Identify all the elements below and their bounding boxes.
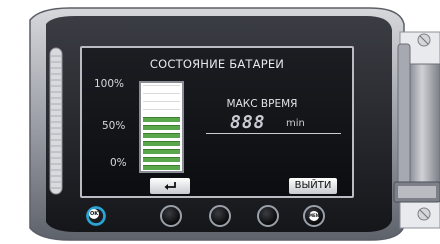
ok-button[interactable]: OK (85, 205, 107, 227)
menu-label: MENU (309, 211, 322, 221)
battery-status-title: СОСТОЯНИЕ БАТАРЕИ (149, 57, 285, 71)
battery-bar (143, 157, 180, 162)
max-time-underline (206, 133, 341, 134)
battery-bar (143, 109, 180, 114)
camcorder-battery-status-view: СОСТОЯНИЕ БАТАРЕИ 100% 50% 0% МАКС ВРЕМЯ… (0, 0, 440, 244)
max-time-unit: min (286, 118, 305, 129)
scale-label-100: 100% (94, 78, 125, 90)
back-button[interactable] (150, 178, 190, 194)
battery-level-gauge (139, 81, 184, 173)
menu-button[interactable]: MENU (303, 205, 325, 227)
battery-bar (143, 149, 180, 154)
max-time-label: МАКС ВРЕМЯ (226, 98, 298, 110)
battery-bar (143, 101, 180, 106)
battery-bar (143, 141, 180, 146)
lcd-screen: СОСТОЯНИЕ БАТАРЕИ 100% 50% 0% МАКС ВРЕМЯ… (80, 46, 354, 198)
hw-button-2[interactable] (160, 205, 182, 227)
battery-bar (143, 93, 180, 98)
max-time-value: 888 (230, 112, 266, 133)
battery-bar (143, 125, 180, 130)
return-arrow-icon (164, 182, 176, 190)
battery-bar (143, 165, 180, 170)
hw-button-3[interactable] (209, 205, 231, 227)
battery-bar (143, 117, 180, 122)
battery-bar (143, 133, 180, 138)
exit-button[interactable]: ВЫЙТИ (289, 178, 337, 194)
scale-label-0: 0% (110, 157, 127, 169)
battery-bar (143, 85, 180, 90)
scale-label-50: 50% (102, 120, 126, 132)
hw-button-4[interactable] (257, 205, 279, 227)
ok-label: OK (89, 209, 99, 219)
